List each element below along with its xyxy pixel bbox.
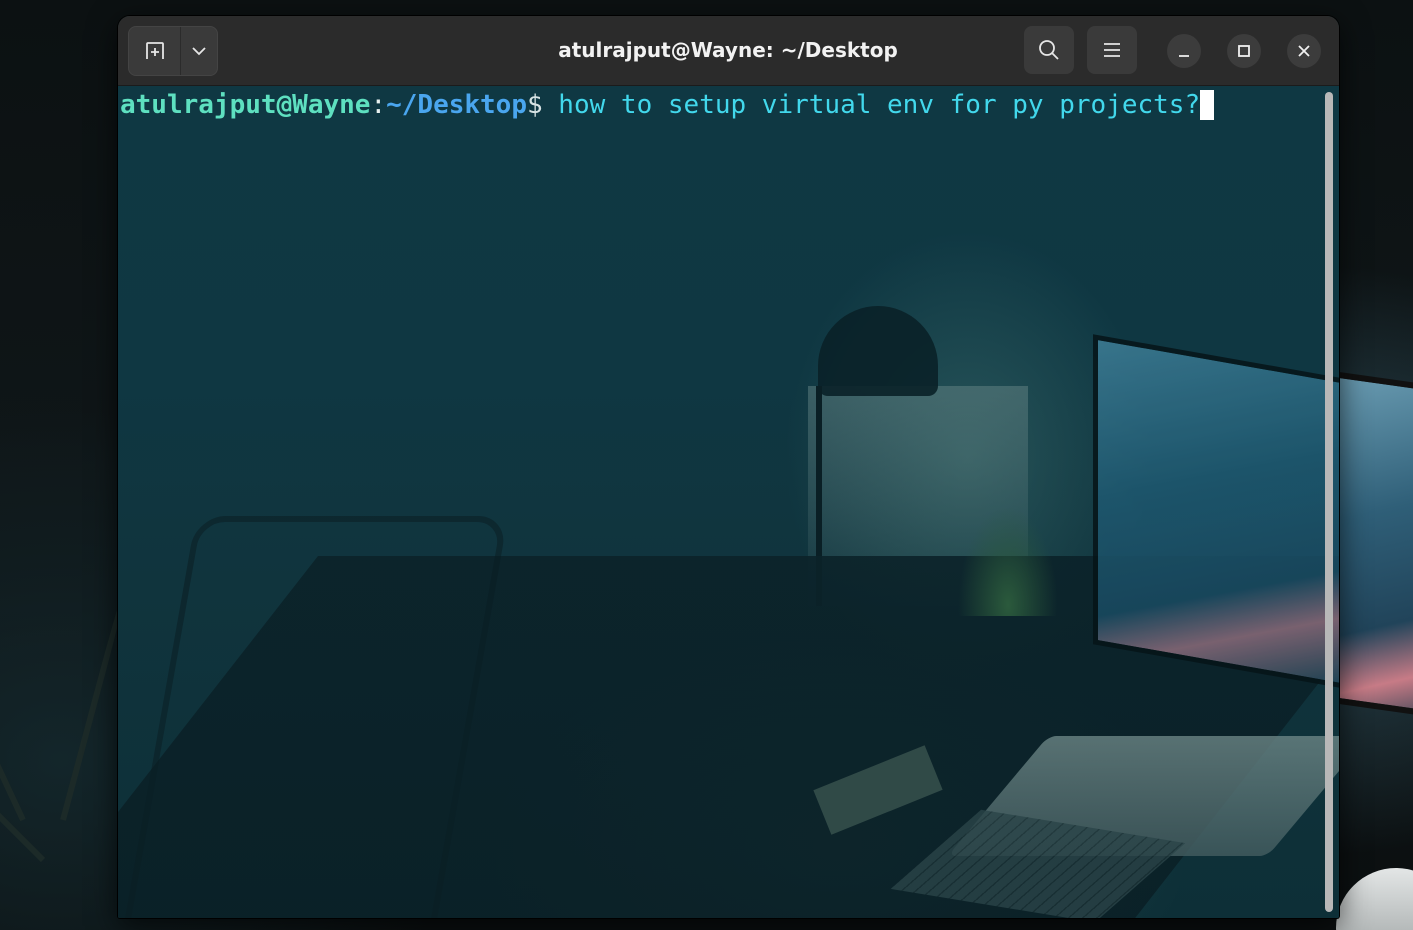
close-icon	[1298, 45, 1310, 57]
title-bar[interactable]: atulrajput@Wayne: ~/Desktop	[118, 16, 1339, 86]
hamburger-menu-icon	[1104, 43, 1120, 57]
new-tab-group	[128, 26, 218, 76]
tab-dropdown-button[interactable]	[181, 27, 217, 75]
wallpaper-plant-leaf	[0, 688, 46, 863]
terminal-window: atulrajput@Wayne: ~/Desktop atulrajput@W…	[118, 16, 1339, 918]
maximize-icon	[1238, 45, 1250, 57]
new-tab-icon	[145, 42, 164, 59]
text-cursor	[1200, 90, 1215, 120]
background-monitor	[1093, 334, 1339, 692]
terminal-output-area[interactable]: atulrajput@Wayne:~/Desktop$ how to setup…	[118, 86, 1339, 918]
chevron-down-icon	[192, 47, 206, 56]
background-lamp	[818, 306, 938, 396]
prompt-symbol: $	[527, 90, 543, 120]
wallpaper-mouse	[1336, 868, 1413, 930]
prompt-cwd: ~/Desktop	[386, 90, 527, 120]
prompt-line: atulrajput@Wayne:~/Desktop$ how to setup…	[120, 90, 1215, 120]
window-title: atulrajput@Wayne: ~/Desktop	[558, 38, 898, 62]
background-plant	[958, 506, 1058, 616]
prompt-user-host: atulrajput@Wayne	[120, 90, 371, 120]
prompt-separator: :	[370, 90, 387, 120]
close-button[interactable]	[1287, 34, 1321, 68]
command-input[interactable]: how to setup virtual env for py projects…	[543, 90, 1200, 120]
menu-button[interactable]	[1087, 26, 1137, 74]
new-tab-button[interactable]	[129, 27, 181, 75]
scrollbar[interactable]	[1325, 92, 1333, 912]
search-icon	[1039, 40, 1059, 60]
minimize-icon	[1179, 55, 1189, 57]
minimize-button[interactable]	[1167, 34, 1201, 68]
maximize-button[interactable]	[1227, 34, 1261, 68]
wallpaper-plant-leaf	[0, 546, 26, 822]
search-button[interactable]	[1024, 26, 1074, 74]
